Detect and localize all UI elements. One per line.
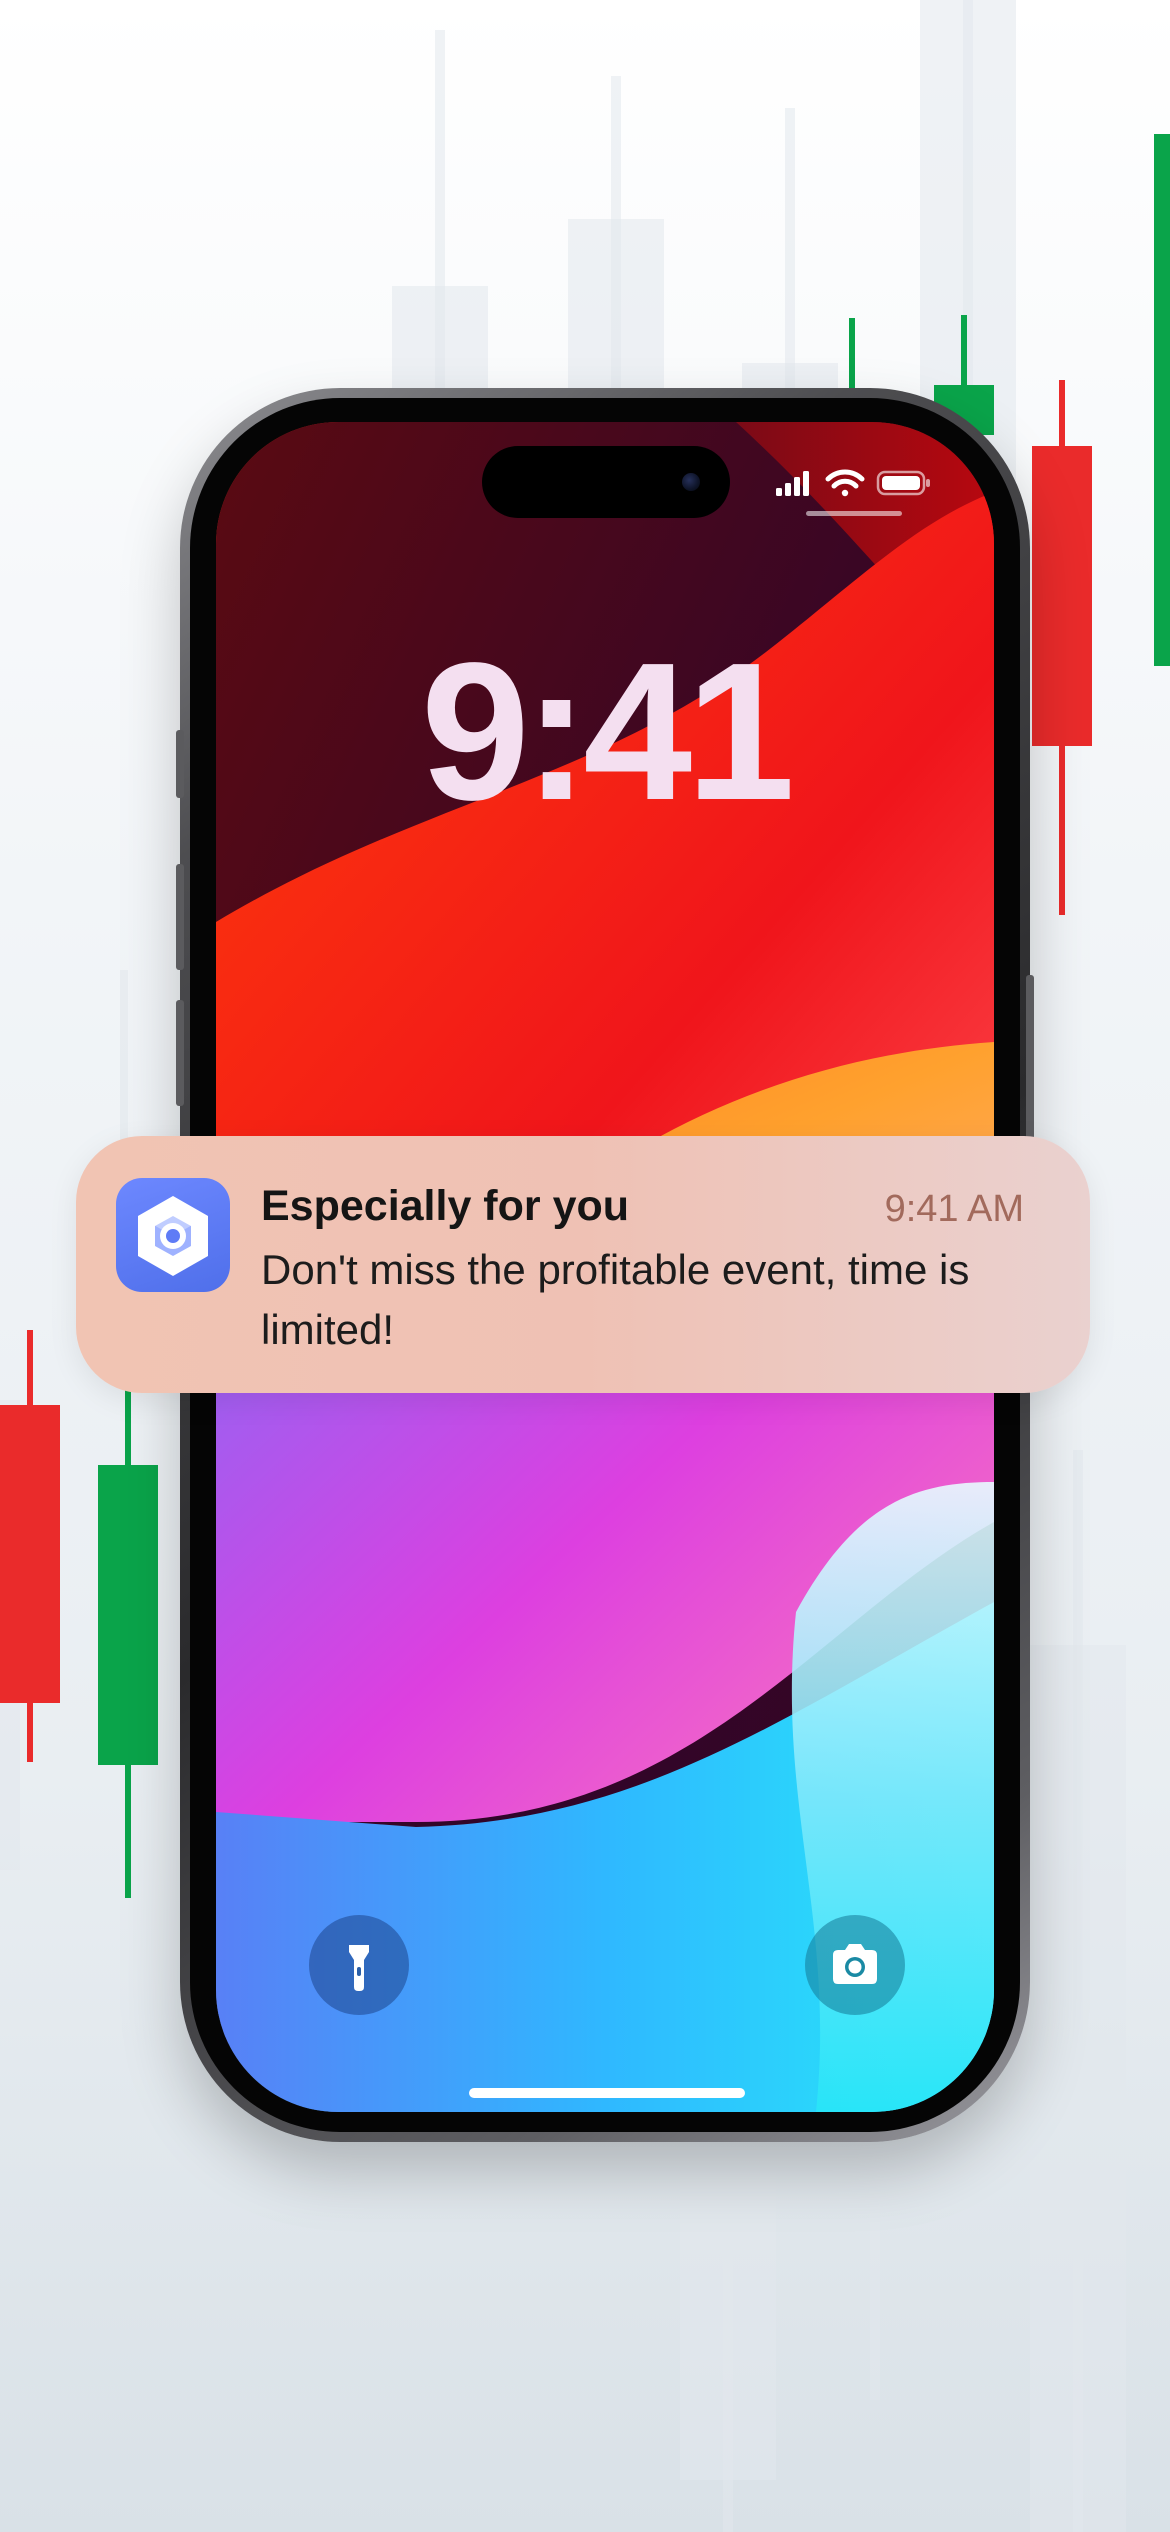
red-candle <box>0 1330 60 1762</box>
wifi-icon <box>825 469 865 497</box>
dynamic-island <box>482 446 730 518</box>
front-camera-icon <box>682 473 700 491</box>
green-candle <box>1154 134 1170 666</box>
home-indicator[interactable] <box>469 2088 745 2098</box>
notification-time: 9:41 AM <box>884 1188 1024 1230</box>
flashlight-button[interactable] <box>309 1915 409 2015</box>
action-button <box>176 730 184 798</box>
cube-app-icon <box>116 1178 230 1292</box>
ghost-candle <box>568 76 664 396</box>
volume-up-button <box>176 864 184 970</box>
ghost-candle <box>392 30 488 390</box>
status-bar-indicator <box>806 511 902 516</box>
notification-banner[interactable]: Especially for you 9:41 AM Don't miss th… <box>76 1136 1090 1393</box>
status-bar <box>774 468 934 498</box>
lock-screen-clock: 9:41 <box>420 622 795 841</box>
power-button <box>1026 975 1034 1145</box>
red-candle <box>1032 380 1092 915</box>
ghost-candle <box>1030 1450 1126 2532</box>
ghost-candle <box>855 2100 895 2400</box>
notification-title: Especially for you <box>261 1182 630 1230</box>
notification-body: Don't miss the profitable event, time is… <box>261 1246 970 1353</box>
volume-down-button <box>176 1000 184 1106</box>
ghost-candle <box>742 108 838 398</box>
flashlight-icon <box>349 1945 369 1991</box>
battery-icon <box>876 470 930 496</box>
camera-button[interactable] <box>805 1915 905 2015</box>
cellular-signal-icon <box>776 471 809 496</box>
camera-icon <box>833 1944 877 1984</box>
green-candle <box>98 1390 158 1898</box>
